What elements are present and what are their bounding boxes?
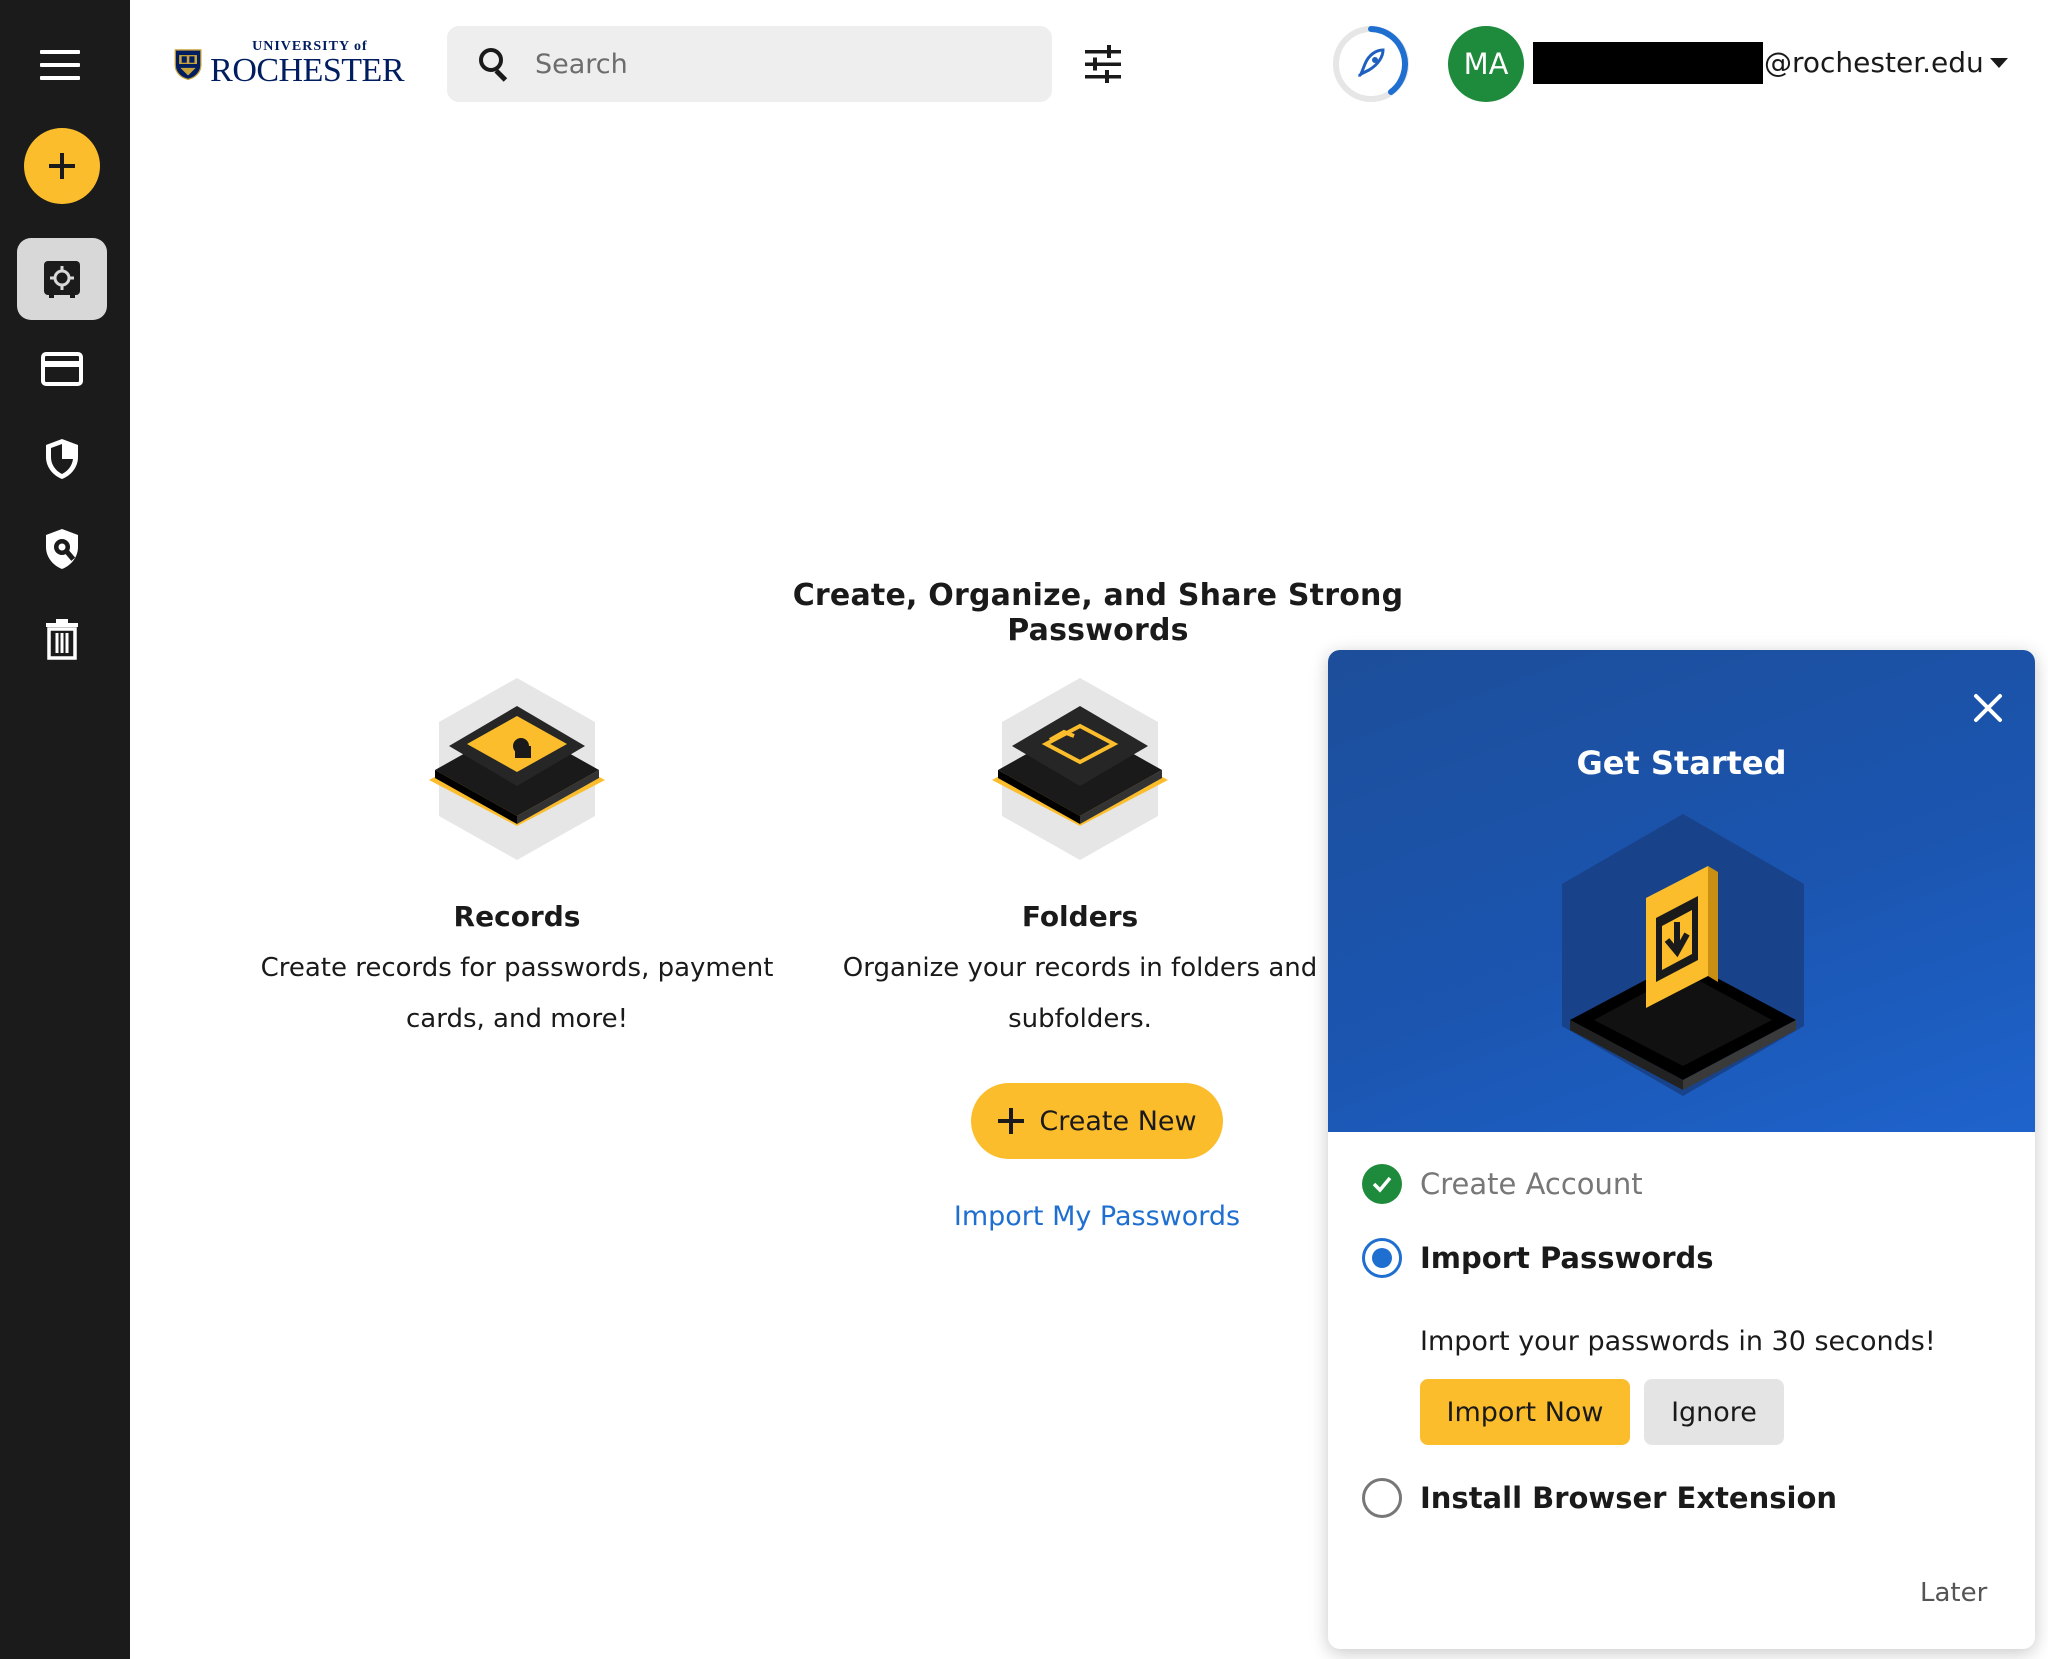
records-illustration-icon [429,678,605,860]
sidebar-item-trash[interactable] [17,598,107,680]
breachwatch-icon [46,529,78,569]
filter-sliders-icon[interactable] [1083,44,1123,84]
step-import-passwords[interactable]: Import Passwords [1362,1238,1714,1278]
create-new-button[interactable]: Create New [971,1083,1223,1159]
sidebar-item-vault[interactable] [17,238,107,320]
feature-description: Create records for passwords, payment ca… [260,953,774,1034]
shield-icon [46,439,78,479]
feature-records: Records Create records for passwords, pa… [257,674,777,1045]
import-now-button[interactable]: Import Now [1420,1379,1630,1445]
create-new-label: Create New [1039,1105,1197,1137]
step-install-browser-extension[interactable]: Install Browser Extension [1362,1478,1837,1518]
search-input[interactable] [535,48,1015,80]
sidebar-item-breachwatch[interactable] [17,508,107,590]
step-label: Install Browser Extension [1420,1481,1838,1515]
university-logo[interactable]: UNIVERSITY of ROCHESTER [174,34,404,94]
page-title: Create, Organize, and Share Strong Passw… [792,578,1404,648]
redacted-username [1533,42,1763,84]
search-bar[interactable] [447,26,1052,102]
feature-title: Folders [1021,900,1139,933]
avatar[interactable]: MA [1448,26,1524,102]
radio-empty-icon[interactable] [1362,1478,1402,1518]
close-icon[interactable] [1968,688,2008,728]
university-seal-icon [174,49,202,81]
feature-folders: Folders Organize your records in folders… [837,674,1323,1045]
step-label: Create Account [1420,1167,1643,1201]
checkmark-icon [1362,1164,1402,1204]
step-description: Import your passwords in 30 seconds! [1420,1326,1936,1357]
add-button[interactable] [24,128,100,204]
chevron-down-icon[interactable] [1990,58,2008,68]
logo-big-text: ROCHESTER [210,52,404,89]
payment-card-icon [41,352,83,386]
vault-icon [44,261,80,298]
get-started-hero: Get Started [1328,650,2035,1132]
plus-icon [49,153,75,179]
app-window: UNIVERSITY of ROCHESTER MA @rochester.ed… [0,0,2048,1659]
radio-selected-icon[interactable] [1362,1238,1402,1278]
get-started-panel: Get Started Create Account Import Passwo… [1328,650,2035,1649]
sidebar-item-security-audit[interactable] [17,418,107,500]
feature-title: Records [453,900,581,933]
left-rail [0,0,130,1659]
onboarding-progress-rocket-icon[interactable] [1331,24,1411,104]
import-illustration-icon [1562,814,1804,1096]
feature-description: Organize your records in folders and sub… [842,953,1318,1034]
get-started-title: Get Started [1576,744,1787,782]
trash-icon [46,619,78,660]
step-label: Import Passwords [1420,1241,1714,1275]
later-button[interactable]: Later [1920,1578,1987,1608]
folders-illustration-icon [992,678,1168,860]
step-create-account: Create Account [1362,1164,1643,1204]
sidebar-item-payment-cards[interactable] [17,328,107,410]
account-email[interactable]: @rochester.edu [1764,46,1984,79]
plus-icon [998,1108,1025,1134]
search-icon [479,48,508,82]
ignore-button[interactable]: Ignore [1644,1379,1784,1445]
hamburger-menu-icon[interactable] [40,50,80,80]
import-my-passwords-link[interactable]: Import My Passwords [900,1201,1294,1232]
